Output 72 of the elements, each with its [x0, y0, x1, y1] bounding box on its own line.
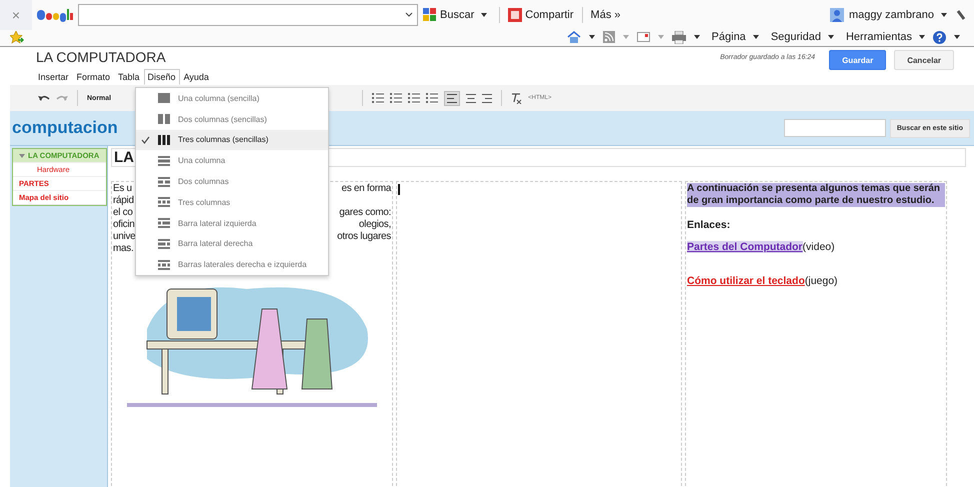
menu-bar-item[interactable]: Ayuda [180, 69, 213, 85]
paragraph-text: olegios, [358, 219, 391, 231]
layout-icon [158, 218, 170, 228]
layout-menu-item[interactable]: Una columna (sencilla) [136, 88, 328, 109]
list-format-icon[interactable] [390, 93, 402, 103]
help-icon[interactable] [933, 30, 946, 44]
toolbar-button[interactable]: Compartir [508, 8, 574, 22]
paragraph-text: es en forma [341, 183, 391, 195]
feed-icon[interactable] [602, 31, 615, 43]
paragraph-text: oficin [113, 219, 135, 231]
command-bar-menu[interactable]: Seguridad [770, 31, 838, 43]
dropdown-icon [405, 12, 413, 18]
site-search-field[interactable] [784, 119, 886, 137]
site-name[interactable]: computacion [12, 118, 118, 138]
print-icon[interactable] [672, 30, 686, 44]
cancel-button[interactable]: Cancelar [894, 50, 954, 70]
menu-bar-item[interactable]: Insertar [34, 69, 73, 85]
layout-icon [158, 156, 170, 166]
paragraph-text: unive [113, 231, 136, 243]
favorites-star-icon[interactable] [10, 30, 24, 44]
home-icon[interactable] [566, 30, 581, 44]
link-note: (video) [802, 241, 835, 253]
layout-menu-item[interactable]: Barra lateral izquierda [136, 212, 328, 234]
align-center-icon[interactable] [466, 94, 476, 102]
layout-icon [158, 197, 170, 208]
layout-menu-item[interactable]: Tres columnas [136, 192, 328, 213]
page-title: LA COMPUTADORA [36, 49, 166, 65]
search-engine-logo-icon [37, 8, 73, 22]
menu-bar-item[interactable]: Formato [72, 69, 114, 85]
paragraph-text: rápid [113, 195, 134, 207]
align-left-button[interactable] [444, 90, 460, 106]
clear-formatting-icon[interactable] [511, 92, 522, 104]
paragraph-text: mas. [113, 243, 134, 255]
user-avatar-icon [830, 8, 844, 22]
list-format-icon[interactable] [426, 93, 438, 103]
squares-logo-icon [423, 8, 437, 22]
highlighted-paragraph: A continuación se presenta algunos temas que serán de gran importancia como parte de nuestro estudio. [687, 183, 945, 207]
menu-bar-item[interactable]: Diseño [144, 69, 180, 85]
text-cursor [398, 184, 400, 195]
layout-icon [158, 134, 170, 145]
layout-icon [158, 114, 170, 124]
link-note: (juego) [804, 275, 838, 287]
page-link[interactable]: Cómo utilizar el teclado [687, 275, 805, 287]
list-format-icon[interactable] [372, 93, 384, 103]
search-field[interactable] [78, 4, 418, 26]
toolbar-button[interactable]: Buscar [423, 8, 492, 22]
paragraph-text: el co [113, 207, 133, 219]
paragraph-text: otros lugares [337, 231, 391, 243]
layout-icon [158, 176, 170, 187]
list-format-icon[interactable] [408, 93, 420, 103]
command-bar-menu[interactable]: Página [712, 31, 763, 43]
paragraph-text: Es u [113, 183, 132, 195]
layout-icon [158, 260, 170, 270]
menu-bar-item[interactable]: Tabla [114, 69, 144, 85]
layout-menu-item[interactable]: Dos columnas (sencillas) [136, 108, 328, 130]
mail-icon[interactable] [636, 32, 650, 42]
toolbar-button[interactable]: Más » [590, 9, 621, 21]
layout-menu-item[interactable]: Tres columnas (sencillas) [136, 130, 328, 150]
links-heading: Enlaces: [687, 219, 732, 231]
layout-icon [158, 93, 170, 104]
command-bar-menu[interactable]: Herramientas [846, 31, 929, 43]
layout-icon [158, 238, 170, 249]
page-link[interactable]: Partes del Computador [687, 241, 803, 253]
user-menu[interactable]: maggy zambrano [849, 9, 951, 21]
layout-menu-item[interactable]: Barras laterales derecha e izquierda [136, 254, 328, 276]
check-icon [141, 136, 150, 144]
layout-menu-item[interactable]: Barra lateral derecha [136, 234, 328, 254]
undo-icon[interactable] [38, 94, 50, 102]
paragraph-text: gares como: [339, 207, 391, 219]
layout-column[interactable]: A continuación se presenta algunos temas que serán de gran importancia como parte de nuestro estudio. Enlaces: Partes del Computador(video) Cómo utilizar el teclado(juego) [685, 181, 947, 487]
align-right-icon[interactable] [482, 94, 492, 102]
share-icon [508, 8, 522, 22]
